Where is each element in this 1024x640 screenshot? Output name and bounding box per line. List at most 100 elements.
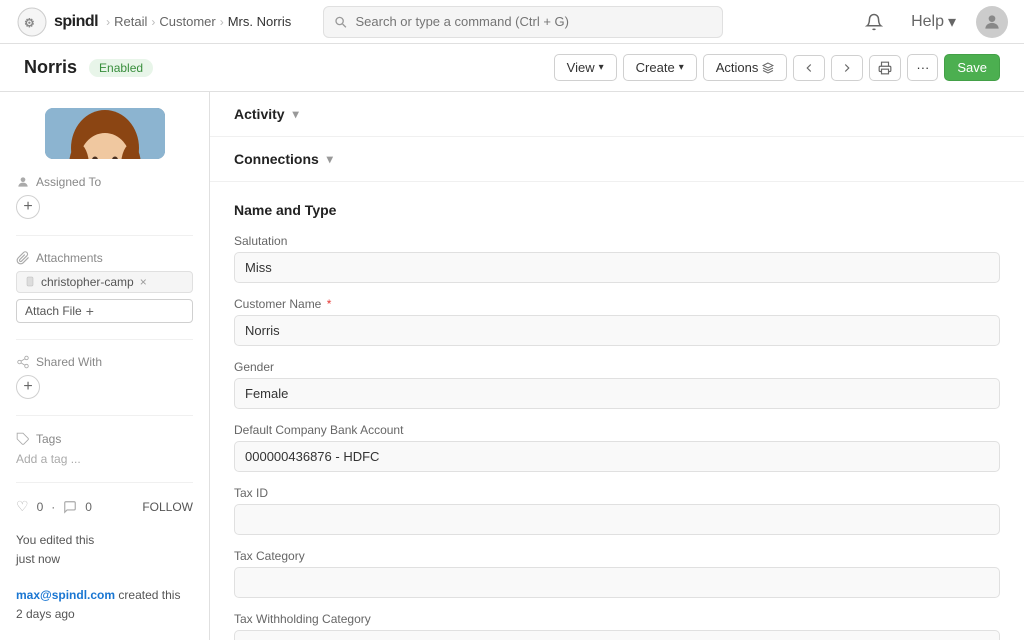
search-bar[interactable] [323, 6, 723, 38]
breadcrumb-sep-2: › [220, 15, 224, 29]
attach-file-label: Attach File [25, 304, 82, 318]
tax-id-row: Tax ID [234, 486, 1000, 535]
salutation-group: Salutation [234, 234, 1000, 283]
save-button[interactable]: Save [944, 54, 1000, 81]
user-icon [16, 175, 30, 189]
save-label: Save [957, 60, 987, 75]
attachments-label: Attachments [36, 251, 103, 265]
attachment-name: christopher-camp [41, 275, 134, 289]
add-assigned-button[interactable]: + [16, 195, 40, 219]
dot-separator: · [51, 500, 55, 514]
bank-account-row: Default Company Bank Account [234, 423, 1000, 472]
page-title: Norris [24, 57, 77, 78]
tax-category-row: Tax Category [234, 549, 1000, 598]
activity-chevron: ▾ [293, 107, 299, 121]
activity-2-time: 2 days ago [16, 607, 75, 621]
search-icon [334, 15, 347, 29]
actions-label: Actions [716, 60, 759, 75]
shared-with-section: Shared With + [16, 355, 193, 399]
portrait-svg [45, 108, 165, 159]
next-button[interactable] [831, 55, 863, 81]
attach-plus-icon: + [86, 303, 94, 319]
comments-count: 0 [85, 500, 92, 514]
view-chevron: ▾ [599, 62, 604, 73]
user-avatar[interactable] [976, 6, 1008, 38]
gender-group: Gender [234, 360, 1000, 409]
main-content: Activity ▾ Connections ▾ Name and Type S… [210, 92, 1024, 640]
help-label: Help [911, 13, 944, 31]
breadcrumb-customer[interactable]: Customer [159, 14, 215, 29]
prev-icon [802, 61, 816, 75]
tag-icon [16, 432, 30, 446]
like-button[interactable]: ♡ [16, 498, 29, 515]
attachment-chip: christopher-camp × [16, 271, 193, 293]
activity-label: Activity [234, 106, 285, 122]
remove-attachment-button[interactable]: × [138, 275, 149, 289]
tax-category-group: Tax Category [234, 549, 1000, 598]
prev-button[interactable] [793, 55, 825, 81]
print-button[interactable] [869, 55, 901, 81]
activity-row: ♡ 0 · 0 FOLLOW [16, 498, 193, 515]
follow-button[interactable]: FOLLOW [142, 500, 193, 514]
shared-with-title: Shared With [16, 355, 193, 369]
connections-section-header[interactable]: Connections ▾ [210, 137, 1024, 182]
main-layout: Assigned To + Attachments christopher-ca… [0, 92, 1024, 640]
notifications-button[interactable] [857, 9, 891, 35]
help-button[interactable]: Help ▾ [903, 8, 964, 36]
tax-withholding-input[interactable] [234, 630, 1000, 640]
page-header: Norris Enabled View ▾ Create ▾ Actions [0, 44, 1024, 92]
doc-icon [25, 276, 37, 288]
comment-icon [63, 500, 77, 514]
activity-2-user[interactable]: max@spindl.com [16, 588, 115, 602]
photo-image [45, 108, 165, 159]
header-actions: View ▾ Create ▾ Actions [554, 54, 1000, 81]
bank-account-group: Default Company Bank Account [234, 423, 1000, 472]
actions-button[interactable]: Actions [703, 54, 788, 81]
tax-category-label: Tax Category [234, 549, 1000, 563]
bank-account-input[interactable] [234, 441, 1000, 472]
top-actions: Help ▾ [857, 6, 1008, 38]
customer-name-input[interactable] [234, 315, 1000, 346]
breadcrumb-sep-1: › [151, 15, 155, 29]
add-shared-button[interactable]: + [16, 375, 40, 399]
tax-category-input[interactable] [234, 567, 1000, 598]
gender-label: Gender [234, 360, 1000, 374]
attach-file-button[interactable]: Attach File + [16, 299, 193, 323]
likes-count: 0 [37, 500, 44, 514]
more-button[interactable]: ··· [907, 54, 938, 81]
activity-2-action: created this [118, 588, 180, 602]
activity-text-1: You edited this just now [16, 531, 193, 569]
form-section-title: Name and Type [234, 202, 1000, 218]
tags-label: Tags [36, 432, 61, 446]
tax-withholding-row: Tax Withholding Category [234, 612, 1000, 640]
connections-chevron: ▾ [327, 152, 333, 166]
connections-label: Connections [234, 151, 319, 167]
tax-id-input[interactable] [234, 504, 1000, 535]
salutation-row: Salutation [234, 234, 1000, 283]
gender-input[interactable] [234, 378, 1000, 409]
avatar-icon [982, 12, 1002, 32]
breadcrumb-retail[interactable]: Retail [114, 14, 147, 29]
tag-placeholder[interactable]: Add a tag ... [16, 452, 193, 466]
next-icon [840, 61, 854, 75]
customer-photo [45, 108, 165, 159]
share-icon [16, 355, 30, 369]
create-label: Create [636, 60, 675, 75]
svg-text:⚙: ⚙ [24, 16, 35, 30]
attachments-title: Attachments [16, 251, 193, 265]
paperclip-icon [16, 251, 30, 265]
tax-withholding-group: Tax Withholding Category [234, 612, 1000, 640]
status-badge: Enabled [89, 59, 153, 77]
help-chevron: ▾ [948, 12, 956, 32]
search-input[interactable] [355, 14, 712, 29]
bell-icon [865, 13, 883, 31]
view-button[interactable]: View ▾ [554, 54, 617, 81]
app-logo[interactable]: ⚙ spindl [16, 6, 98, 38]
tax-id-group: Tax ID [234, 486, 1000, 535]
salutation-input[interactable] [234, 252, 1000, 283]
create-button[interactable]: Create ▾ [623, 54, 697, 81]
customer-name-group: Customer Name * [234, 297, 1000, 346]
customer-name-row: Customer Name * [234, 297, 1000, 346]
activity-section-header[interactable]: Activity ▾ [210, 92, 1024, 137]
tax-withholding-label: Tax Withholding Category [234, 612, 1000, 626]
